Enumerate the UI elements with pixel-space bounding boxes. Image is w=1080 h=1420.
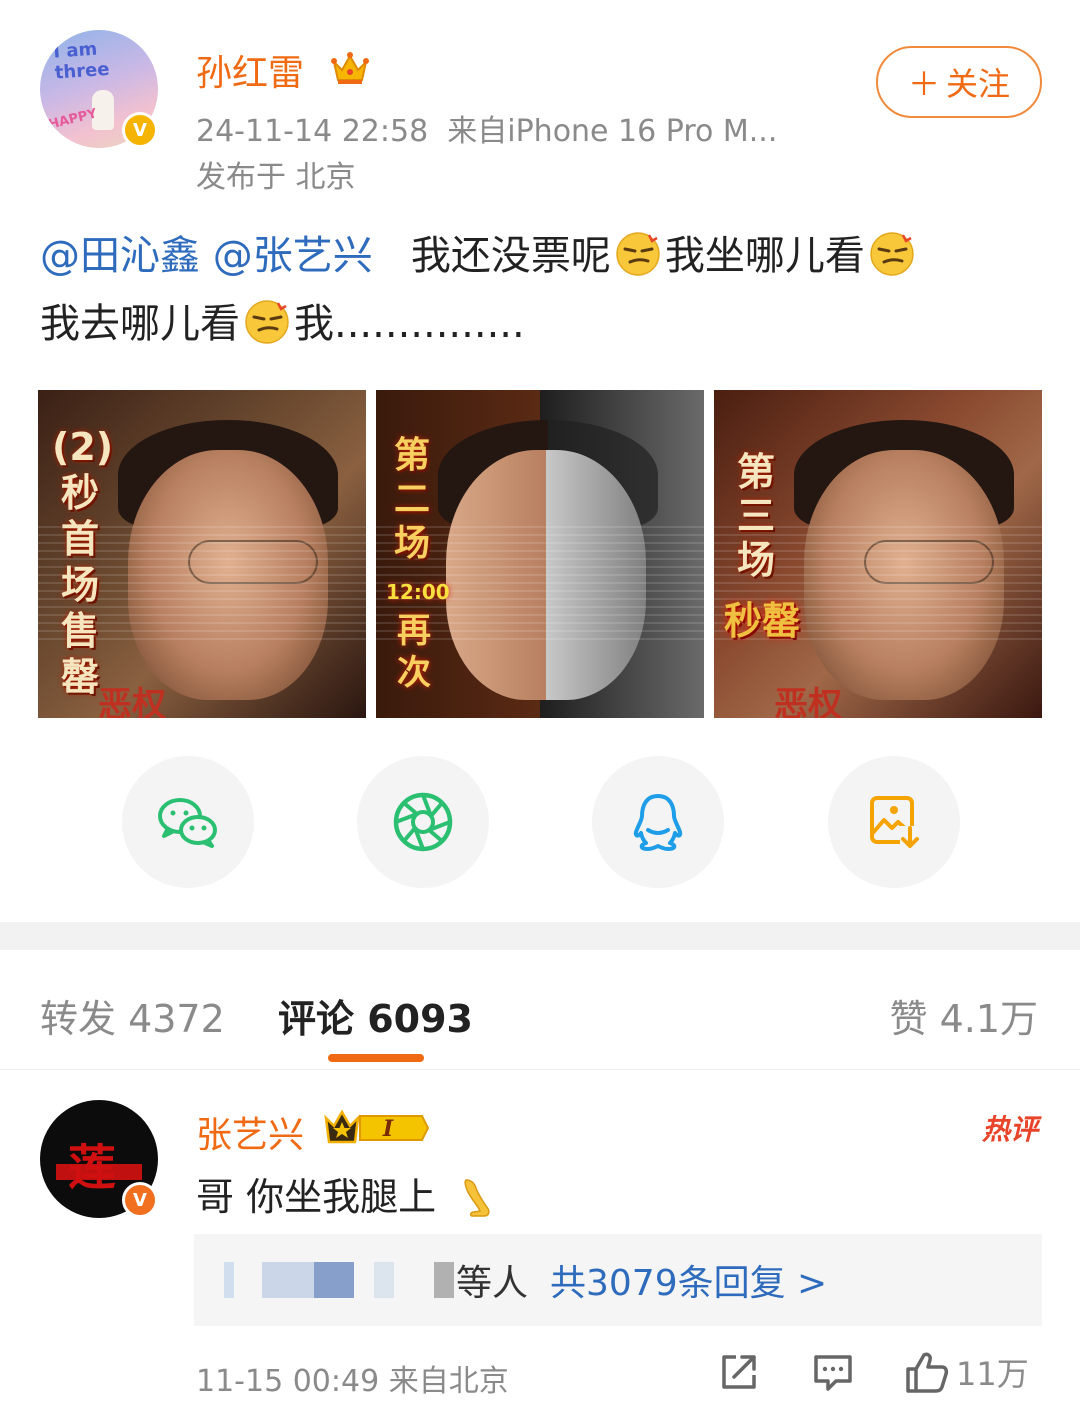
post-timestamp: 24-11-14 22:58 [196,114,429,149]
poster-title: 第二场 [393,435,430,564]
member-level: I [382,1116,394,1142]
comment-icon [814,1355,852,1391]
comment-text: 哥 你坐我腿上 [196,1166,494,1221]
poster-title: 第三场 [736,450,775,582]
verified-badge-icon: V [122,1182,158,1218]
post-text-part: 我............... [294,301,525,347]
poster-image[interactable]: 第三场 秒罄 恶权 [714,390,1042,718]
mention-link[interactable]: @张艺兴 [213,233,373,279]
view-replies-link[interactable]: 共3079条回复 > [550,1254,827,1306]
save-image-icon [870,796,922,850]
author-avatar[interactable]: I am three HAPPY V [40,30,158,148]
post-meta: 24-11-14 22:58 来自iPhone 16 Pro M... [196,106,777,150]
tab-reposts[interactable]: 转发 4372 [40,988,225,1043]
poster-image[interactable]: 第二场 12:00 再次 [376,390,704,718]
avatar-logo-mark: 莲 [68,1140,117,1196]
tab-likes[interactable]: 赞 4.1万 [889,988,1038,1043]
interaction-tabs: 转发 4372 评论 6093 赞 4.1万 [0,950,1080,1070]
poster-image[interactable]: (2)秒首场售罄 恶权 [38,390,366,718]
wechat-icon [158,798,217,848]
poster-footer: 恶权 [774,685,842,718]
poster-fire-title: 秒罄 [724,599,801,643]
share-row [0,756,1080,888]
tab-comments[interactable]: 评论 6093 [278,988,473,1043]
like-count: 11万 [956,1355,1029,1393]
crown-icon [331,52,369,84]
replies-preview[interactable]: 等人 共3079条回复 > [194,1234,1042,1326]
post-header: I am three HAPPY V 孙红雷 24-11-14 22:58 来自… [0,0,1080,200]
post-text-part: 我还没票呢 [410,233,611,279]
poster-time: 12:00 [386,580,450,604]
leg-emoji-icon [464,1179,490,1217]
avatar-text: I am three [52,38,111,84]
poster-title-2: 再次 [397,611,431,693]
reply-suffix: 等人 [456,1263,529,1304]
verified-badge-icon: V [122,112,158,148]
thumbs-up-icon [906,1352,949,1393]
comment-meta: 11-15 00:49 来自北京 [196,1364,509,1399]
follow-label: 关注 [946,65,1011,103]
section-divider [0,922,1080,950]
save-image-button[interactable] [828,756,960,888]
smirk-emoji-icon [245,300,289,344]
share-wechat-button[interactable] [122,756,254,888]
post-location: 发布于 北京 [196,160,356,195]
commenter-name[interactable]: 张艺兴 [196,1106,304,1158]
share-comment-button[interactable] [716,1344,762,1400]
comment-body: 哥 你坐我腿上 [196,1175,437,1219]
share-qq-button[interactable] [592,756,724,888]
post-text-part: 我去哪儿看 [40,301,240,347]
like-comment-button[interactable]: 11万 [904,1344,1029,1400]
author-name[interactable]: 孙红雷 [196,44,304,96]
image-grid: (2)秒首场售罄 恶权 第二场 12:00 再次 第三场 秒罄 恶权 [38,390,1042,718]
qq-icon [633,794,683,851]
smirk-emoji-icon [870,232,914,276]
hot-comment-badge: 热评 [981,1113,1038,1146]
comment-item: 莲 V 张艺兴 I 热评 哥 你坐我腿上 等人 共3079条回复 > 11-15… [0,1080,1080,1420]
member-level-badge-icon: I [324,1109,430,1144]
share-moments-button[interactable] [357,756,489,888]
mention-link[interactable]: @田沁鑫 [40,233,200,279]
active-tab-indicator [328,1054,424,1062]
post-text: @田沁鑫 @张艺兴 我还没票呢 我坐哪儿看 我去哪儿看 我.............… [40,222,1040,358]
post-source: 来自iPhone 16 Pro M... [447,114,778,149]
post-text-part: 我坐哪儿看 [664,233,865,279]
plus-icon: ＋ [907,65,940,103]
follow-button[interactable]: ＋关注 [876,46,1042,118]
reply-comment-button[interactable] [810,1344,856,1400]
share-icon [722,1355,756,1389]
avatar-caption: HAPPY [46,106,99,133]
poster-title: (2)秒首场售罄 [52,425,114,699]
commenter-avatar[interactable]: 莲 V [40,1100,158,1218]
blurred-replier-names [224,1262,454,1298]
smirk-emoji-icon [616,232,660,276]
moments-icon [393,792,453,852]
poster-footer: 恶权 [98,685,166,718]
